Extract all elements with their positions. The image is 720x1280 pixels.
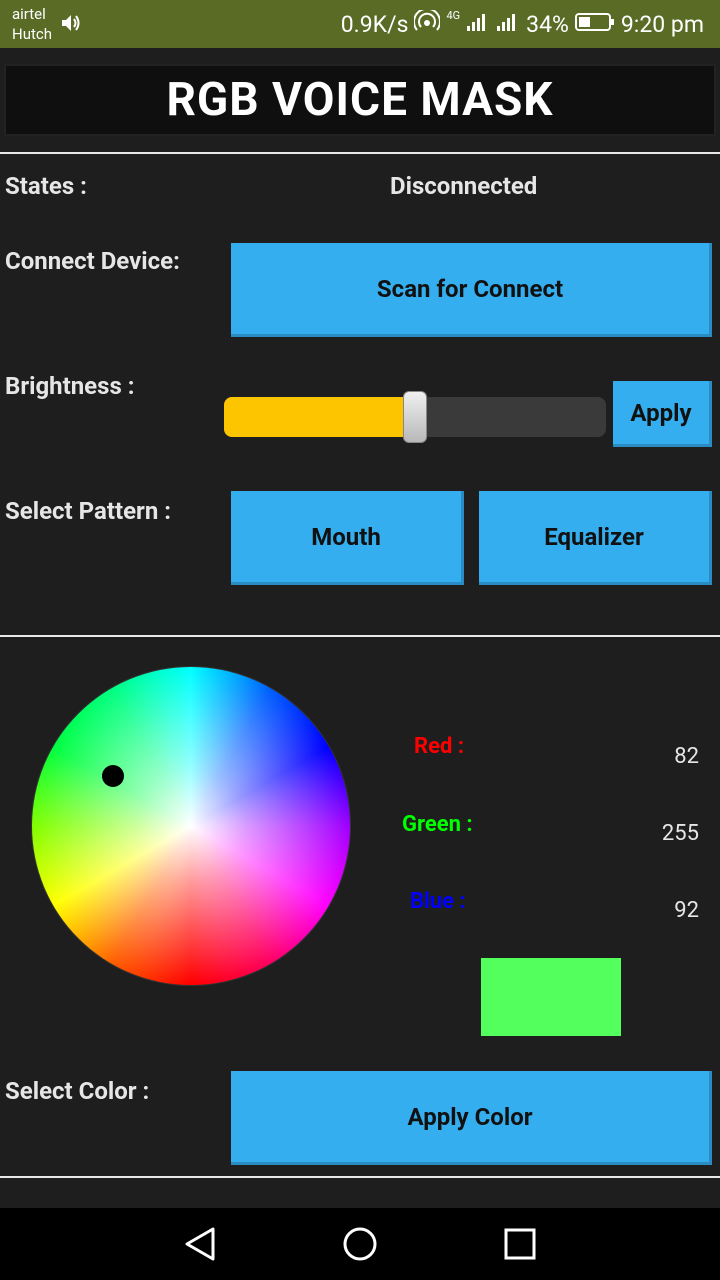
connection-status: Disconnected <box>390 172 538 200</box>
signal-icon-2 <box>496 10 520 38</box>
network-type: 4G <box>446 9 461 22</box>
back-icon[interactable] <box>183 1226 217 1266</box>
navigation-bar <box>0 1208 720 1280</box>
color-wheel-selector[interactable] <box>102 765 124 787</box>
recents-icon[interactable] <box>503 1226 537 1266</box>
red-label: Red : <box>414 734 465 759</box>
battery-percent: 34% <box>526 10 569 38</box>
carrier-info: airtel Hutch <box>12 4 52 44</box>
brightness-slider-thumb[interactable] <box>403 391 427 443</box>
states-label: States : <box>5 172 87 200</box>
red-value: 82 <box>674 744 699 769</box>
brightness-label: Brightness : <box>5 372 135 400</box>
app-title-bar: RGB VOICE MASK <box>4 64 716 136</box>
color-preview-swatch <box>481 958 621 1036</box>
blue-value: 92 <box>674 898 699 923</box>
clock: 9:20 pm <box>620 10 704 38</box>
carrier-name-1: airtel <box>12 5 46 23</box>
brightness-slider[interactable] <box>224 391 606 443</box>
divider-top <box>0 152 720 154</box>
volume-icon <box>60 12 82 38</box>
apply-brightness-button[interactable]: Apply <box>613 381 712 447</box>
divider-middle <box>0 635 720 637</box>
carrier-name-2: Hutch <box>12 25 52 43</box>
pattern-equalizer-button[interactable]: Equalizer <box>479 491 712 585</box>
blue-label: Blue : <box>410 889 466 914</box>
apply-color-button[interactable]: Apply Color <box>231 1071 712 1165</box>
connect-device-label: Connect Device: <box>5 247 180 275</box>
scan-for-connect-button[interactable]: Scan for Connect <box>231 243 712 337</box>
select-pattern-label: Select Pattern : <box>5 497 171 525</box>
battery-icon <box>574 11 615 38</box>
status-bar: airtel Hutch 0.9K/s 4G 34% 9:20 pm <box>0 0 720 48</box>
green-value: 255 <box>661 821 699 846</box>
home-icon[interactable] <box>342 1226 378 1266</box>
pattern-mouth-button[interactable]: Mouth <box>231 491 464 585</box>
hotspot-icon <box>413 7 442 38</box>
screen: airtel Hutch 0.9K/s 4G 34% 9:20 pm RGB V… <box>0 0 720 1280</box>
color-wheel[interactable] <box>32 667 350 985</box>
green-label: Green : <box>402 812 473 837</box>
network-speed: 0.9K/s <box>340 10 409 38</box>
brightness-slider-fill <box>224 397 415 437</box>
status-right-group: 0.9K/s 4G 34% 9:20 pm <box>341 0 704 48</box>
select-color-label: Select Color : <box>5 1077 150 1105</box>
divider-bottom <box>0 1176 720 1178</box>
app-title: RGB VOICE MASK <box>166 73 554 127</box>
signal-icon <box>466 10 490 38</box>
